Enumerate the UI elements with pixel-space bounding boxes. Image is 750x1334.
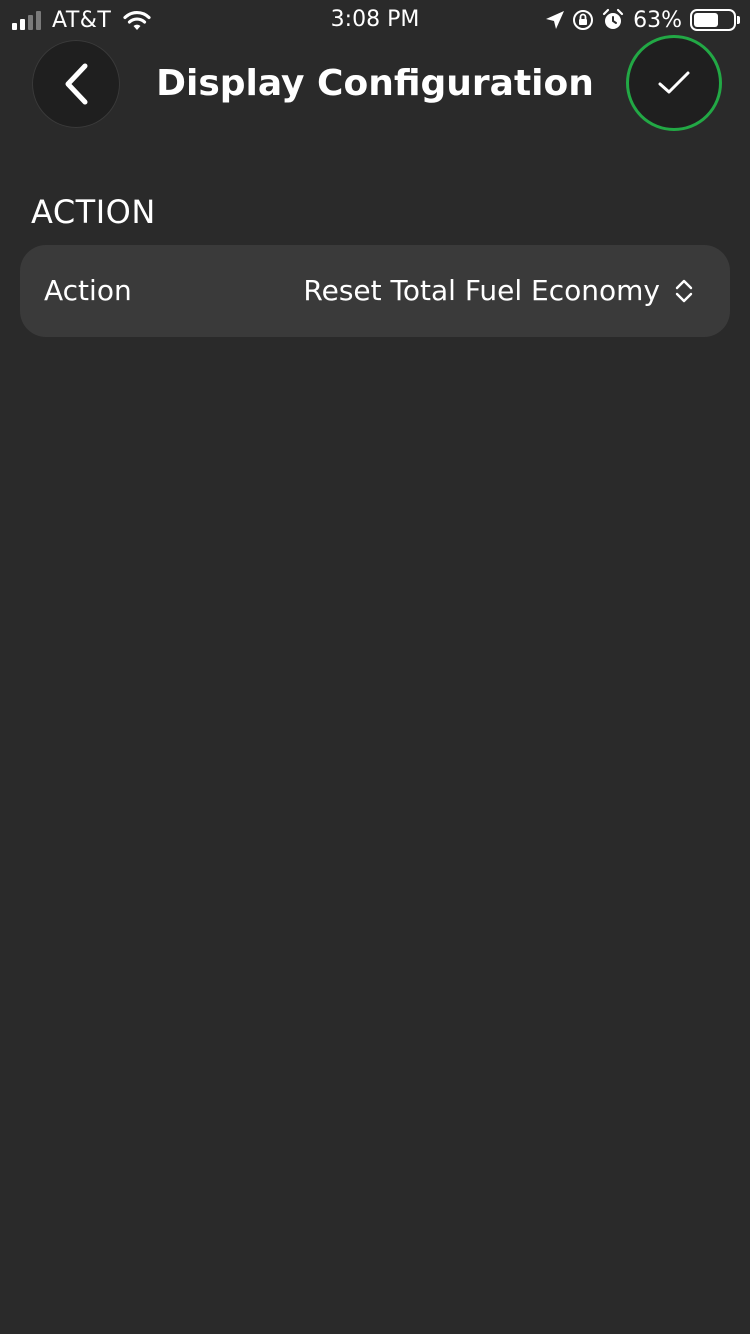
- section-header: ACTION: [31, 193, 156, 231]
- status-right: 63%: [539, 6, 740, 34]
- action-label: Action: [44, 274, 132, 307]
- alarm-icon: [602, 8, 624, 29]
- action-selector-row[interactable]: Action Reset Total Fuel Economy: [20, 245, 730, 337]
- orientation-lock-icon: [573, 10, 594, 30]
- confirm-button[interactable]: [626, 35, 722, 131]
- carrier-name: AT&T: [52, 7, 112, 33]
- nav-bar: Display Configuration: [0, 35, 750, 131]
- status-bar: AT&T 3:08 PM 63%: [0, 0, 750, 40]
- status-left: AT&T: [12, 6, 153, 34]
- battery-percent: 63%: [633, 7, 682, 33]
- checkmark-icon: [658, 71, 690, 94]
- chevron-left-icon: [65, 63, 88, 105]
- action-value-wrap: Reset Total Fuel Economy: [303, 271, 694, 311]
- location-arrow-icon: [546, 11, 565, 29]
- action-value: Reset Total Fuel Economy: [303, 274, 660, 307]
- signal-icon: [12, 10, 44, 30]
- wifi-icon: [123, 10, 151, 30]
- back-button[interactable]: [32, 40, 120, 128]
- battery-icon: [690, 9, 740, 31]
- up-down-chevron-icon: [675, 279, 693, 303]
